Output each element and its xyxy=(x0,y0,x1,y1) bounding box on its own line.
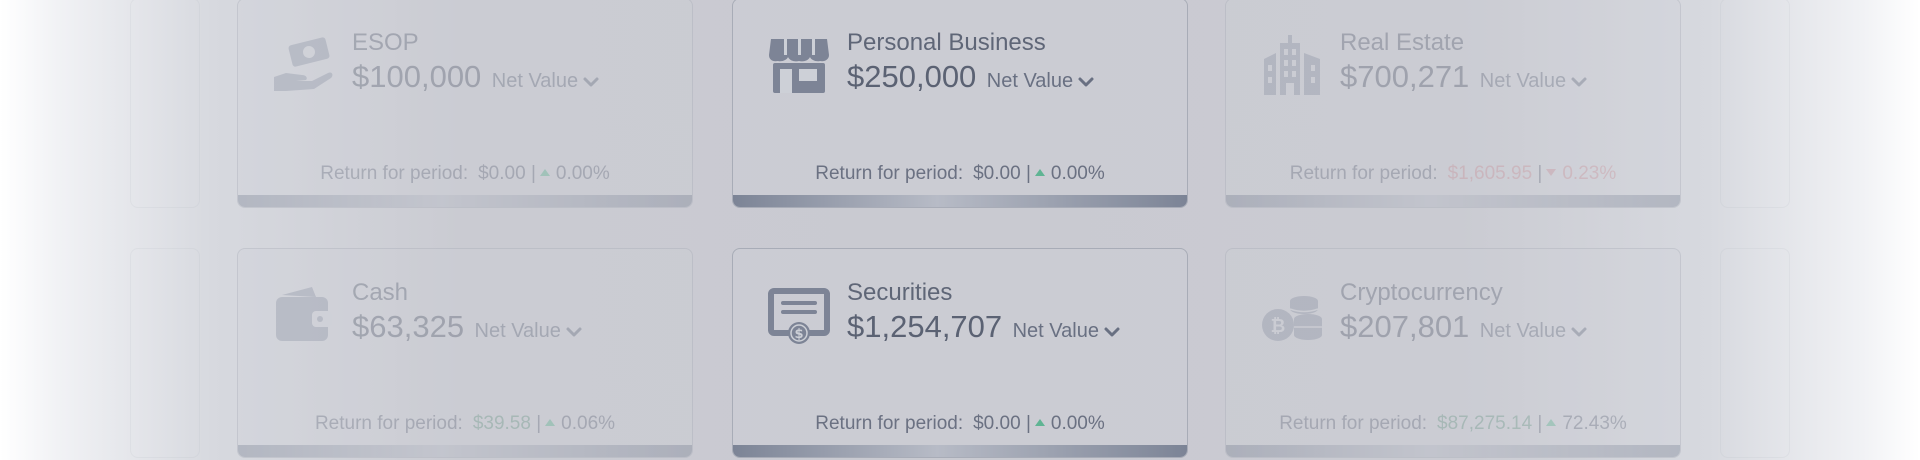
ghost-card-right-top xyxy=(1720,0,1790,208)
return-percent: 0.06% xyxy=(561,413,616,434)
return-for-period: Return for period: $0.00 | 0.00% xyxy=(238,163,692,185)
return-for-period: Return for period: $87,275.14 | 72.43% xyxy=(1226,413,1680,435)
card-title: Real Estate xyxy=(1340,29,1465,56)
return-percent: 0.23% xyxy=(1562,163,1617,184)
wallet-icon xyxy=(272,283,336,347)
card-accent-bar xyxy=(1226,195,1680,207)
storefront-icon xyxy=(767,33,831,97)
card-net-value: $1,254,707 xyxy=(847,309,1003,344)
card-net-value: $207,801 xyxy=(1340,309,1470,344)
card-net-value: $700,271 xyxy=(1340,59,1470,94)
chevron-down-icon xyxy=(566,327,582,337)
net-value-label: Net Value xyxy=(1012,320,1099,342)
return-percent: 72.43% xyxy=(1562,413,1627,434)
return-for-period: Return for period: $1,605.95 | 0.23% xyxy=(1226,163,1680,185)
svg-text:$: $ xyxy=(794,327,803,342)
card-net-value: $250,000 xyxy=(847,59,977,94)
net-value-dropdown[interactable]: Net Value xyxy=(492,70,600,92)
asset-card-esop[interactable]: ESOP $100,000 Net Value Return for perio… xyxy=(237,0,693,208)
separator: | xyxy=(530,163,536,184)
card-title: Cryptocurrency xyxy=(1340,279,1503,306)
net-value-dropdown[interactable]: Net Value xyxy=(1480,320,1588,342)
separator: | xyxy=(536,413,542,434)
asset-card-real-estate[interactable]: Real Estate $700,271 Net Value Return fo… xyxy=(1225,0,1681,208)
return-amount: $39.58 xyxy=(472,413,531,434)
chevron-down-icon xyxy=(1104,327,1120,337)
return-label: Return for period: xyxy=(815,163,964,184)
return-label: Return for period: xyxy=(314,413,463,434)
card-accent-bar xyxy=(238,445,692,457)
net-value-label: Net Value xyxy=(474,320,561,342)
return-amount: $87,275.14 xyxy=(1437,413,1533,434)
return-label: Return for period: xyxy=(1289,163,1438,184)
ghost-card-right-bottom xyxy=(1720,248,1790,458)
asset-card-personal-business[interactable]: Personal Business $250,000 Net Value Ret… xyxy=(732,0,1188,208)
card-accent-bar xyxy=(238,195,692,207)
trend-up-icon xyxy=(1034,168,1045,176)
certificate-icon: $ xyxy=(767,283,831,347)
return-amount: $0.00 xyxy=(973,163,1021,184)
return-label: Return for period: xyxy=(320,163,469,184)
card-accent-bar xyxy=(1226,445,1680,457)
return-percent: 0.00% xyxy=(1050,413,1105,434)
ghost-card-left-top xyxy=(130,0,200,208)
net-value-label: Net Value xyxy=(1479,70,1567,92)
return-label: Return for period: xyxy=(815,413,964,434)
net-value-dropdown[interactable]: Net Value xyxy=(475,320,583,342)
ghost-card-left-bottom xyxy=(130,248,200,458)
return-for-period: Return for period: $0.00 | 0.00% xyxy=(733,163,1187,185)
separator: | xyxy=(1537,163,1543,184)
chevron-down-icon xyxy=(1571,327,1587,337)
trend-up-icon xyxy=(1034,418,1045,426)
card-accent-bar xyxy=(733,445,1187,457)
card-title: Personal Business xyxy=(847,29,1046,56)
return-amount: $0.00 xyxy=(973,413,1021,434)
chevron-down-icon xyxy=(583,77,599,87)
separator: | xyxy=(1025,413,1031,434)
return-percent: 0.00% xyxy=(1050,163,1105,184)
card-net-value: $100,000 xyxy=(352,59,482,94)
chevron-down-icon xyxy=(1078,77,1094,87)
net-value-dropdown[interactable]: Net Value xyxy=(1480,70,1588,92)
separator: | xyxy=(1537,413,1543,434)
return-percent: 0.00% xyxy=(555,163,610,184)
asset-card-cash[interactable]: Cash $63,325 Net Value Return for period… xyxy=(237,248,693,458)
trend-up-icon xyxy=(545,418,556,426)
card-title: Securities xyxy=(847,279,953,306)
trend-down-icon xyxy=(1546,168,1557,176)
return-for-period: Return for period: $0.00 | 0.00% xyxy=(733,413,1187,435)
net-value-label: Net Value xyxy=(491,70,579,92)
building-icon xyxy=(1260,33,1324,97)
card-title: ESOP xyxy=(352,29,419,56)
trend-up-icon xyxy=(1546,418,1557,426)
svg-text:₿: ₿ xyxy=(1271,316,1286,337)
return-amount: $0.00 xyxy=(478,163,526,184)
return-label: Return for period: xyxy=(1279,413,1428,434)
asset-card-cryptocurrency[interactable]: ₿ Cryptocurrency $207,801 Net Value Retu… xyxy=(1225,248,1681,458)
card-accent-bar xyxy=(733,195,1187,207)
card-net-value: $63,325 xyxy=(352,309,465,344)
crypto-coins-icon: ₿ xyxy=(1260,283,1324,347)
return-amount: $1,605.95 xyxy=(1447,163,1533,184)
return-for-period: Return for period: $39.58 | 0.06% xyxy=(238,413,692,435)
net-value-label: Net Value xyxy=(1479,320,1567,342)
net-value-label: Net Value xyxy=(986,70,1074,92)
chevron-down-icon xyxy=(1571,77,1587,87)
asset-card-securities[interactable]: $ Securities $1,254,707 Net Value Return… xyxy=(732,248,1188,458)
net-value-dropdown[interactable]: Net Value xyxy=(987,70,1095,92)
net-value-dropdown[interactable]: Net Value xyxy=(1013,320,1121,342)
separator: | xyxy=(1025,163,1031,184)
card-title: Cash xyxy=(352,279,409,306)
trend-up-icon xyxy=(539,168,550,176)
money-hand-icon xyxy=(272,33,336,97)
